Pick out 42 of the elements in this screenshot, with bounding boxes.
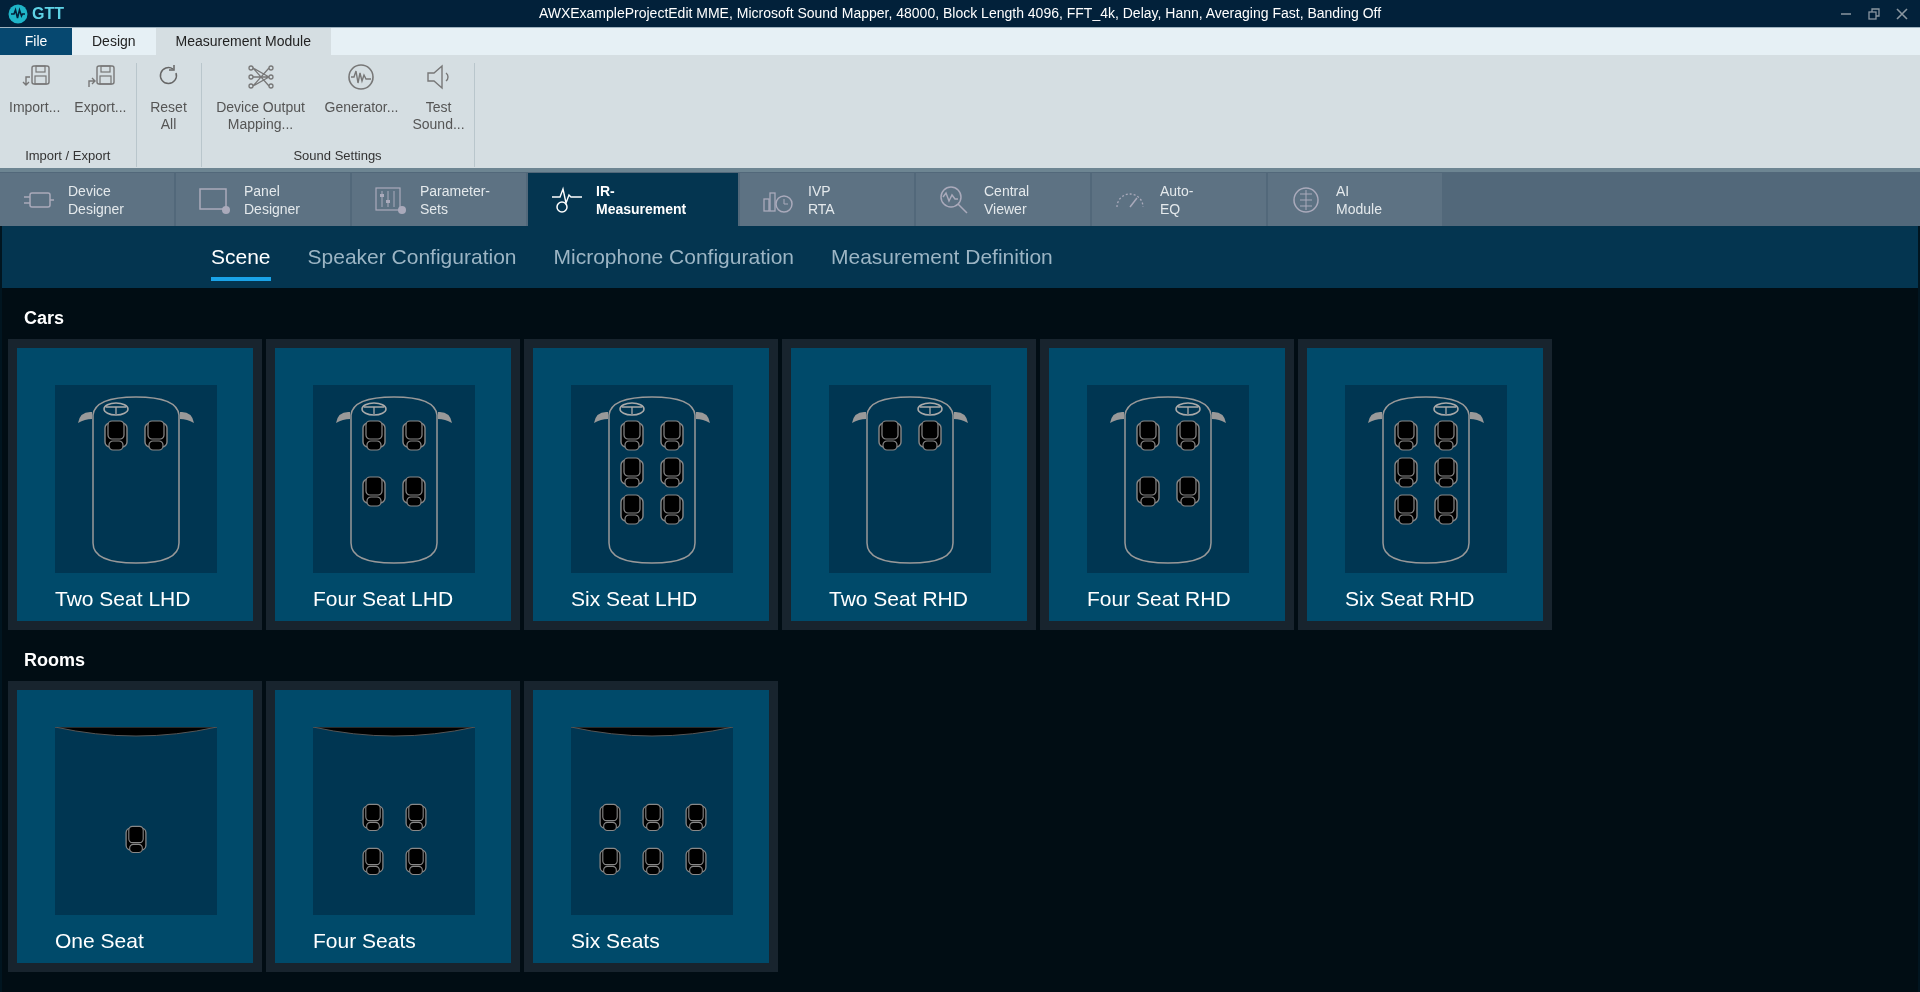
restore-icon[interactable]: [1868, 7, 1880, 20]
logo-icon: [8, 3, 28, 24]
module-tab[interactable]: Panel Designer: [176, 173, 350, 226]
module-tab[interactable]: Auto-EQ: [1092, 173, 1266, 226]
scene-tile[interactable]: Six Seat LHD: [533, 348, 769, 621]
sub-tab[interactable]: Speaker Configuration: [307, 241, 517, 281]
scene-tile[interactable]: Four Seat RHD: [1049, 348, 1285, 621]
section-title: Cars: [23, 307, 66, 330]
scene-tile[interactable]: Two Seat LHD: [17, 348, 253, 621]
module-tab[interactable]: Parameter-Sets: [352, 173, 526, 226]
module-tab[interactable]: IR-Measurement: [528, 173, 738, 226]
ribbon-tab[interactable]: Measurement Module: [155, 28, 331, 55]
module-tab[interactable]: IVP RTA: [740, 173, 914, 226]
scene-tile[interactable]: Two Seat RHD: [791, 348, 1027, 621]
ribbon-button[interactable]: Device Output Mapping...: [205, 63, 316, 133]
close-icon[interactable]: [1896, 7, 1908, 20]
ribbon-button[interactable]: Test Sound...: [407, 63, 470, 133]
ribbon-button[interactable]: Reset All: [140, 63, 197, 133]
ribbon-button[interactable]: Export...: [69, 63, 132, 116]
window-title: AWXExampleProjectEdit MME, Microsoft Sound Mapper, 48000, Block Length 4096, FFT_4k, Delay, Hann, Averaging Fast, Banding Off: [538, 4, 1382, 23]
sub-tab[interactable]: Microphone Configuration: [553, 241, 794, 281]
module-tab[interactable]: AI Module: [1268, 173, 1442, 226]
sub-tab[interactable]: Scene: [211, 241, 271, 281]
scene-tile[interactable]: One Seat: [17, 690, 253, 963]
ribbon-button[interactable]: Generator...: [319, 63, 404, 133]
scene-tile[interactable]: Six Seats: [533, 690, 769, 963]
sliders-icon: [374, 184, 406, 215]
ribbon-button[interactable]: Import...: [4, 63, 66, 116]
sub-tab[interactable]: Measurement Definition: [831, 241, 1053, 281]
file-menu-button[interactable]: File: [0, 28, 72, 55]
module-tab[interactable]: Device Designer: [0, 173, 174, 226]
app-name: GTT: [32, 3, 64, 24]
module-tab[interactable]: Central Viewer: [916, 173, 1090, 226]
waveform-icon: [346, 63, 377, 91]
section-title: Rooms: [23, 649, 86, 672]
scene-tile[interactable]: Four Seats: [275, 690, 511, 963]
scene-tile[interactable]: Four Seat LHD: [275, 348, 511, 621]
group-label: Sound Settings: [293, 146, 382, 165]
magnifier-icon: [938, 184, 970, 215]
network-icon: [245, 63, 276, 91]
group-label: Import / Export: [25, 146, 111, 165]
scene-tile[interactable]: Six Seat RHD: [1307, 348, 1543, 621]
